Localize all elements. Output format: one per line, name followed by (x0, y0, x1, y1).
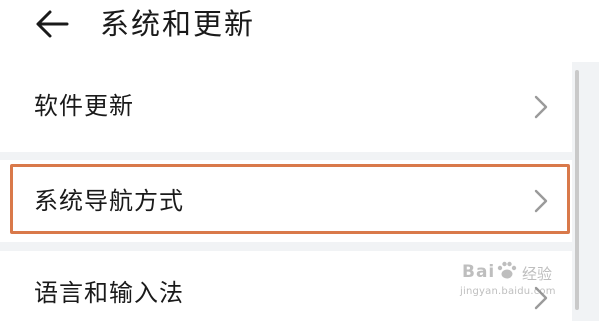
menu-item-system-navigation[interactable]: 系统导航方式 (0, 160, 572, 242)
watermark-brand-suffix: 经验 (522, 265, 553, 283)
top-app-bar: 系统和更新 (0, 0, 599, 62)
watermark-url: jingyan.baidu.com (460, 286, 556, 297)
menu-item-software-update[interactable]: 软件更新 (0, 62, 572, 152)
back-button[interactable] (30, 6, 74, 42)
page-title: 系统和更新 (100, 7, 256, 41)
watermark: Bai 经验 jingyan.baidu.com (458, 261, 578, 306)
chevron-right-icon (534, 189, 548, 213)
watermark-brand: Bai (462, 262, 496, 282)
menu-item-label: 语言和输入法 (34, 279, 184, 307)
chevron-right-icon (534, 95, 548, 119)
paw-icon (497, 261, 517, 279)
arrow-left-icon (36, 10, 69, 38)
menu-item-label: 软件更新 (34, 92, 134, 120)
menu-item-label: 系统导航方式 (34, 187, 184, 215)
